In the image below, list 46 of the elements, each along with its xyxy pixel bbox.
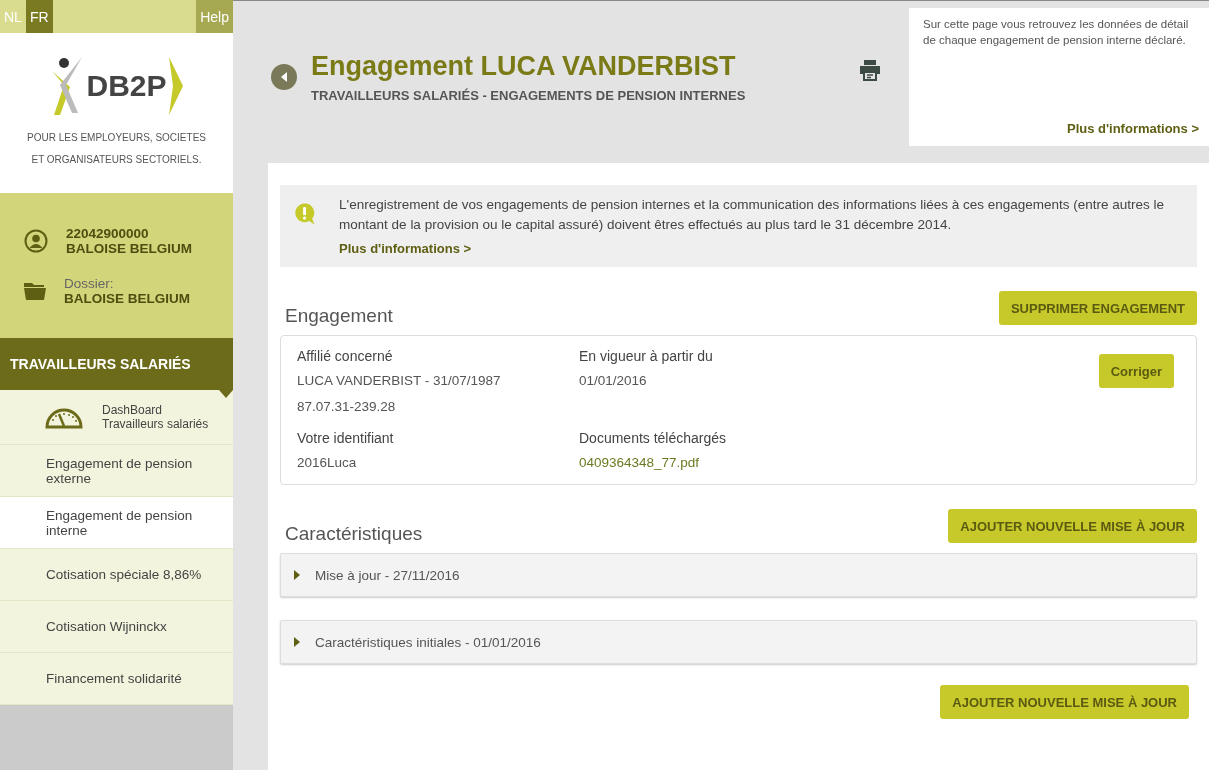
nav-item[interactable]: Cotisation Wijninckx bbox=[0, 601, 233, 653]
accordion-label: Caractéristiques initiales - 01/01/2016 bbox=[315, 634, 541, 650]
account-number: 22042900000 bbox=[66, 225, 150, 241]
dossier-name: BALOISE BELGIUM bbox=[64, 290, 190, 306]
field-label: Affilié concerné bbox=[297, 348, 394, 364]
logo-text: DB2P bbox=[86, 69, 167, 103]
nav-label: DashBoard bbox=[102, 403, 164, 417]
nav-item[interactable]: Engagement de pension interne bbox=[0, 497, 233, 549]
dossier-label: Dossier: bbox=[64, 275, 115, 291]
pointer-icon bbox=[219, 390, 233, 398]
more-info-link[interactable]: Plus d'informations > bbox=[1066, 121, 1199, 136]
correct-button[interactable]: Corriger bbox=[1098, 354, 1174, 388]
section-title: Caractéristiques bbox=[285, 523, 423, 545]
notice-text: L'enregistrement de vos engagements de pension internes et la communication des informations liées à ces engagements (entre autres le montant de la provision ou le capital assuré) doivent êtres effectués au plus tard le 31 décembre 2014. bbox=[339, 196, 1166, 234]
user-icon bbox=[24, 228, 48, 253]
field-value: 87.07.31-239.28 bbox=[297, 398, 397, 416]
section-heading: TRAVAILLEURS SALARIÉS bbox=[0, 338, 233, 390]
accordion-header[interactable]: Mise à jour - 27/11/2016 bbox=[280, 553, 1197, 597]
logo-chevron-icon bbox=[168, 55, 183, 117]
field-value: LUCA VANDERBIST - 31/07/1987 bbox=[297, 372, 502, 390]
add-update-button[interactable]: AJOUTER NOUVELLE MISE À JOUR bbox=[940, 685, 1189, 719]
info-text: Sur cette page vous retrouvez les données de détail de chaque engagement de pension interne déclaré. bbox=[923, 17, 1190, 48]
document-link[interactable]: 0409364348_77.pdf bbox=[579, 454, 879, 472]
print-icon[interactable] bbox=[859, 59, 881, 81]
accordion-label: Mise à jour - 27/11/2016 bbox=[315, 567, 460, 583]
nav-item[interactable]: Cotisation spéciale 8,86% bbox=[0, 549, 233, 601]
field-label: Documents téléchargés bbox=[579, 430, 728, 446]
section-title: Engagement bbox=[285, 305, 393, 327]
add-update-button[interactable]: AJOUTER NOUVELLE MISE À JOUR bbox=[948, 509, 1197, 543]
accordion-header[interactable]: Caractéristiques initiales - 01/01/2016 bbox=[280, 620, 1197, 664]
back-button[interactable] bbox=[271, 64, 297, 90]
field-label: En vigueur à partir du bbox=[579, 348, 714, 364]
more-info-link[interactable]: Plus d'informations > bbox=[339, 241, 472, 256]
field-label: Votre identifiant bbox=[297, 430, 395, 446]
page-title: Engagement LUCA VANDERBIST bbox=[311, 51, 737, 82]
back-arrow-icon bbox=[279, 71, 289, 83]
delete-button[interactable]: SUPPRIMER ENGAGEMENT bbox=[998, 291, 1197, 325]
page-subtitle: TRAVAILLEURS SALARIÉS - ENGAGEMENTS DE PENSION INTERNES bbox=[311, 88, 746, 103]
language-tab[interactable]: FR bbox=[25, 0, 53, 33]
tagline: POUR LES EMPLOYEURS, SOCIETES ET ORGANISATEURS SECTORIELS. bbox=[26, 131, 207, 167]
field-value: 01/01/2016 bbox=[579, 372, 648, 390]
field-value: 2016Luca bbox=[297, 454, 358, 472]
dashboard-nav-item[interactable]: DashBoard Travailleurs salariés bbox=[0, 390, 233, 445]
nav-sublabel: Travailleurs salariés bbox=[102, 417, 209, 431]
folder-icon bbox=[24, 281, 46, 300]
account-name: BALOISE BELGIUM bbox=[66, 240, 192, 256]
